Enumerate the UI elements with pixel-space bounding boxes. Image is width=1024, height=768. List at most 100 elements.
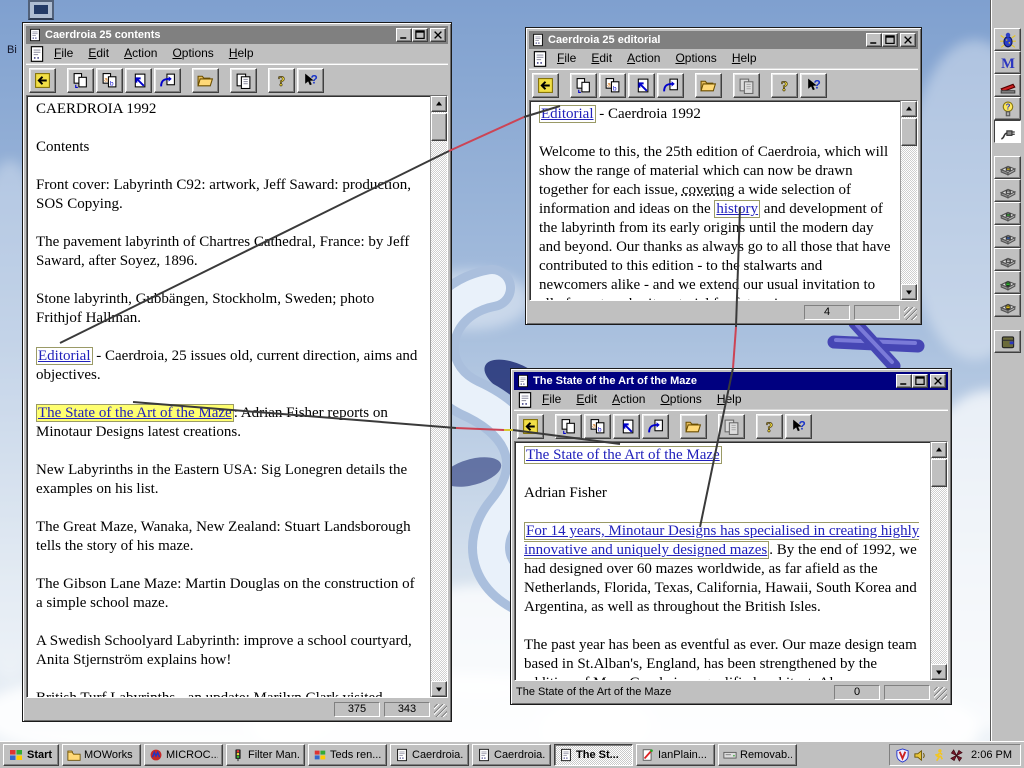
taskbar-item[interactable]: MOWorks [62,744,141,766]
copy-pages-button[interactable] [555,413,582,439]
titlebar[interactable]: Caerdroia 25 editorial [529,31,918,49]
hyperlink[interactable]: The State of the Art of the Maze [524,446,722,464]
copy-pages-button[interactable] [67,67,94,93]
vertical-scrollbar[interactable] [430,96,447,697]
card-device-button[interactable] [994,248,1021,271]
start-button[interactable]: Start [3,744,59,766]
bug-button[interactable] [994,28,1021,51]
scroll-up-button[interactable] [431,96,447,112]
vertical-scrollbar[interactable] [900,101,917,300]
minimize-button[interactable] [396,28,412,42]
scroll-down-button[interactable] [431,681,447,697]
replace-button[interactable]: ab [599,72,626,98]
taskbar-item[interactable]: The St... [554,744,633,766]
smiley-yellow-device-button[interactable] [994,294,1021,317]
scroll-down-button[interactable] [931,664,947,680]
taskbar-item[interactable]: Removab... [718,744,797,766]
replace-button[interactable]: ab [584,413,611,439]
copy-button[interactable] [733,72,760,98]
menu-edit[interactable]: Edit [569,390,604,409]
copy-button[interactable] [718,413,745,439]
menu-action[interactable]: Action [620,49,667,68]
bulb-question-button[interactable]: ? [994,97,1021,120]
context-help-button[interactable]: ? [297,67,324,93]
link-out-button[interactable] [154,67,181,93]
replace-button[interactable]: ab [96,67,123,93]
taskbar-item[interactable]: MICROC... [144,744,223,766]
volume-tray-icon[interactable] [913,748,928,763]
scroll-up-button[interactable] [901,101,917,117]
titlebar[interactable]: The State of the Art of the Maze [514,372,948,390]
vshield-tray-icon[interactable] [895,747,910,763]
copy-pages-button[interactable] [570,72,597,98]
scrollbar-thumb[interactable] [931,459,947,487]
menu-options[interactable]: Options [165,44,220,63]
partial-desktop-icon[interactable] [28,0,54,20]
menu-action[interactable]: Action [117,44,164,63]
open-folder-button[interactable] [192,67,219,93]
hyperlink[interactable]: history [714,200,761,218]
menu-file[interactable]: File [550,49,583,68]
taskbar-item[interactable]: Filter Man... [226,744,305,766]
hyperlink[interactable]: Editorial [539,105,596,123]
close-button[interactable] [900,33,916,47]
help-button[interactable]: ? [756,413,783,439]
menu-help[interactable]: Help [710,390,749,409]
scrollbar-thumb[interactable] [431,113,447,141]
titlebar[interactable]: Caerdroia 25 contents [26,26,448,44]
maximize-button[interactable] [412,28,428,42]
smiley-green-device-button[interactable] [994,271,1021,294]
back-button[interactable] [532,72,559,98]
printer-device-button[interactable] [994,156,1021,179]
menu-options[interactable]: Options [668,49,723,68]
taskbar-item[interactable]: IanPlain... [636,744,715,766]
link-in-button[interactable] [613,413,640,439]
menu-edit[interactable]: Edit [584,49,619,68]
vertical-scrollbar[interactable] [930,442,947,680]
menu-file[interactable]: File [47,44,80,63]
context-help-button[interactable]: ? [800,72,827,98]
help-button[interactable]: ? [771,72,798,98]
close-button[interactable] [430,28,446,42]
back-button[interactable] [29,67,56,93]
m-logo-button[interactable]: M [994,51,1021,74]
taskbar-item[interactable]: Teds ren... [308,744,387,766]
menu-help[interactable]: Help [222,44,261,63]
menu-action[interactable]: Action [605,390,652,409]
scanner-device-button[interactable] [994,202,1021,225]
plug-button[interactable] [994,120,1021,143]
copy-button[interactable] [230,67,257,93]
stapler-button[interactable] [994,74,1021,97]
scroll-up-button[interactable] [931,442,947,458]
scrollbar-thumb[interactable] [901,118,917,146]
maximize-button[interactable] [912,374,928,388]
resize-grip[interactable] [934,687,947,700]
menu-edit[interactable]: Edit [81,44,116,63]
menu-options[interactable]: Options [653,390,708,409]
wallet-button[interactable] [994,330,1021,353]
open-folder-button[interactable] [680,413,707,439]
runner-tray-icon[interactable] [931,748,946,763]
link-out-button[interactable] [642,413,669,439]
maximize-button[interactable] [882,33,898,47]
minimize-button[interactable] [896,374,912,388]
minimize-button[interactable] [866,33,882,47]
back-button[interactable] [517,413,544,439]
resize-grip[interactable] [434,704,447,717]
taskbar-item[interactable]: Caerdroia... [390,744,469,766]
close-button[interactable] [930,374,946,388]
scroll-down-button[interactable] [901,284,917,300]
hyperlink[interactable]: Editorial [36,347,93,365]
resize-grip[interactable] [904,307,917,320]
menu-file[interactable]: File [535,390,568,409]
link-out-button[interactable] [657,72,684,98]
menu-help[interactable]: Help [725,49,764,68]
hyperlink[interactable]: The State of the Art of the Maze [36,404,234,422]
context-help-button[interactable]: ? [785,413,812,439]
help-button[interactable]: ? [268,67,295,93]
hand-device-button[interactable] [994,179,1021,202]
pinwheel-tray-icon[interactable] [949,748,964,763]
link-in-button[interactable] [125,67,152,93]
link-in-button[interactable] [628,72,655,98]
taskbar-item[interactable]: Caerdroia... [472,744,551,766]
